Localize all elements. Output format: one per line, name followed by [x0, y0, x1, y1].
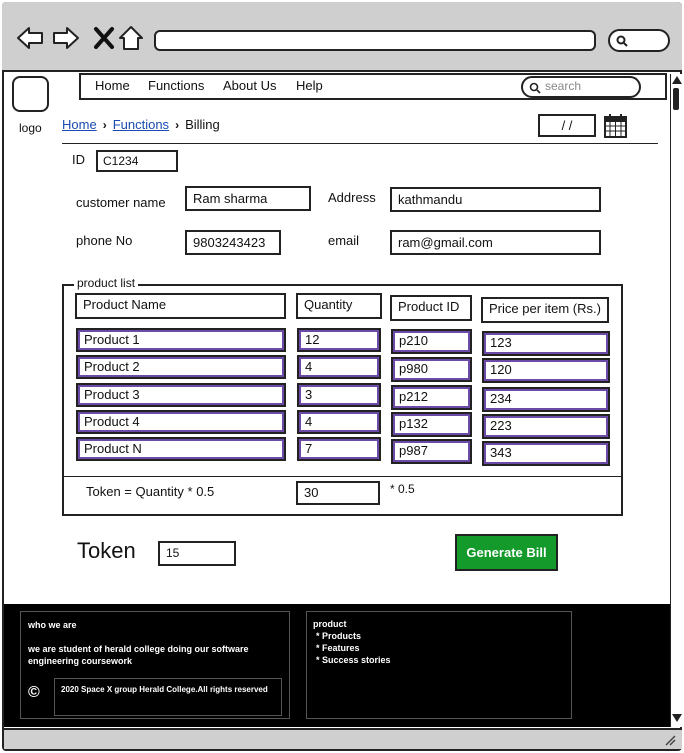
row2-price[interactable]: 120	[482, 358, 610, 383]
date-field[interactable]: / /	[538, 114, 596, 137]
token-formula: Token = Quantity * 0.5	[86, 484, 215, 499]
row4-product-id[interactable]: p132	[391, 412, 472, 437]
breadcrumb-functions[interactable]: Functions	[113, 117, 169, 132]
row2-product-name[interactable]: Product 2	[76, 355, 286, 379]
chevron-right-icon: ›	[102, 117, 107, 132]
header-price: Price per item (Rs.)	[481, 297, 609, 323]
menu-functions[interactable]: Functions	[148, 78, 204, 93]
search-icon	[529, 82, 541, 94]
copyright-icon: ©	[28, 684, 40, 701]
row5-quantity[interactable]: 7	[297, 437, 381, 461]
id-label: ID	[72, 152, 85, 167]
resize-grip-icon[interactable]	[664, 734, 676, 746]
breadcrumb: Home › Functions › Billing	[62, 117, 220, 132]
header-product-name: Product Name	[75, 293, 286, 319]
vertical-scrollbar[interactable]	[670, 74, 682, 727]
row5-product-id[interactable]: p987	[391, 439, 472, 464]
email-field[interactable]: ram@gmail.com	[390, 230, 601, 255]
logo-image	[12, 76, 49, 112]
product-list-legend: product list	[74, 276, 139, 290]
search-placeholder: search	[545, 79, 582, 93]
address-bar[interactable]	[154, 30, 596, 51]
header-product-id: Product ID	[390, 295, 472, 321]
scroll-thumb[interactable]	[673, 88, 679, 110]
email-label: email	[328, 233, 360, 248]
footer-link-success-stories[interactable]: * Success stories	[316, 655, 391, 665]
row1-product-id[interactable]: p210	[391, 329, 472, 354]
breadcrumb-billing: Billing	[185, 117, 220, 132]
row1-price[interactable]: 123	[482, 331, 610, 356]
customer-name-label: customer name	[76, 195, 166, 210]
token-label: Token	[77, 538, 136, 563]
row5-product-name[interactable]: Product N	[76, 437, 286, 461]
token-field[interactable]: 15	[158, 541, 236, 566]
menu-about-us[interactable]: About Us	[223, 78, 276, 93]
arrow-right-icon[interactable]	[52, 24, 80, 52]
footer-copyright-box	[54, 678, 282, 716]
scroll-down-icon[interactable]	[672, 714, 682, 722]
menu-home[interactable]: Home	[95, 78, 130, 93]
customer-name-field[interactable]: Ram sharma	[185, 186, 311, 211]
footer-who-title: who we are	[28, 620, 77, 630]
footer-product-title: product	[313, 619, 347, 629]
browser-search-box[interactable]	[608, 29, 670, 52]
address-label: Address	[328, 190, 376, 205]
divider	[62, 143, 658, 144]
scroll-up-icon[interactable]	[672, 76, 682, 84]
phone-field[interactable]: 9803243423	[185, 230, 281, 255]
token-calc-suffix: * 0.5	[390, 482, 415, 496]
row1-product-name[interactable]: Product 1	[76, 328, 286, 352]
row2-product-id[interactable]: p980	[391, 357, 472, 382]
footer-link-features[interactable]: * Features	[316, 643, 360, 653]
row3-price[interactable]: 234	[482, 387, 610, 412]
chevron-right-icon: ›	[175, 117, 180, 132]
row2-quantity[interactable]: 4	[297, 355, 381, 379]
logo-label: logo	[19, 121, 42, 135]
row5-price[interactable]: 343	[482, 441, 610, 466]
id-field[interactable]: C1234	[96, 150, 178, 172]
calendar-icon[interactable]	[604, 113, 627, 138]
menu-help[interactable]: Help	[296, 78, 323, 93]
status-bar	[4, 728, 682, 749]
home-icon[interactable]	[117, 24, 145, 52]
phone-label: phone No	[76, 233, 133, 248]
token-calc-field[interactable]: 30	[296, 481, 380, 505]
search-icon	[616, 35, 628, 47]
row3-product-id[interactable]: p212	[391, 385, 472, 410]
header-quantity: Quantity	[296, 293, 382, 319]
footer-copyright-text: 2020 Space X group Herald College.All ri…	[61, 685, 268, 694]
row3-product-name[interactable]: Product 3	[76, 383, 286, 407]
generate-bill-button[interactable]: Generate Bill	[455, 534, 558, 571]
footer-link-products[interactable]: * Products	[316, 631, 361, 641]
address-field[interactable]: kathmandu	[390, 187, 601, 212]
site-search-input[interactable]: search	[521, 76, 641, 98]
row3-quantity[interactable]: 3	[297, 383, 381, 407]
x-icon[interactable]	[90, 24, 118, 52]
divider	[64, 476, 621, 477]
footer-who-text: we are student of herald college doing o…	[28, 644, 249, 666]
row1-quantity[interactable]: 12	[297, 328, 381, 352]
row4-quantity[interactable]: 4	[297, 410, 381, 434]
arrow-left-icon[interactable]	[16, 24, 44, 52]
breadcrumb-home[interactable]: Home	[62, 117, 97, 132]
row4-price[interactable]: 223	[482, 414, 610, 439]
row4-product-name[interactable]: Product 4	[76, 410, 286, 434]
